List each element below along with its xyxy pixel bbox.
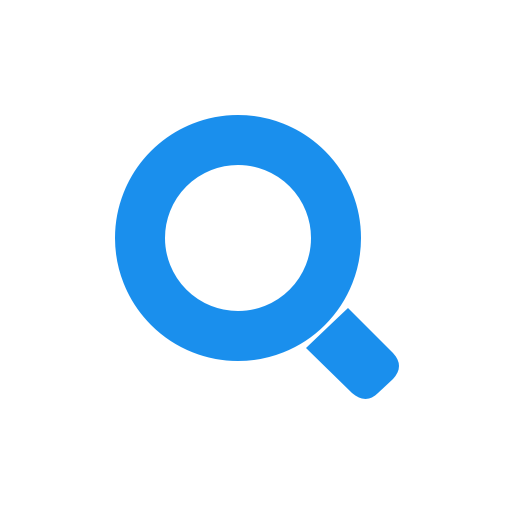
icon-canvas — [0, 0, 512, 512]
search-icon — [0, 0, 512, 512]
search-icon-lens — [115, 115, 361, 361]
